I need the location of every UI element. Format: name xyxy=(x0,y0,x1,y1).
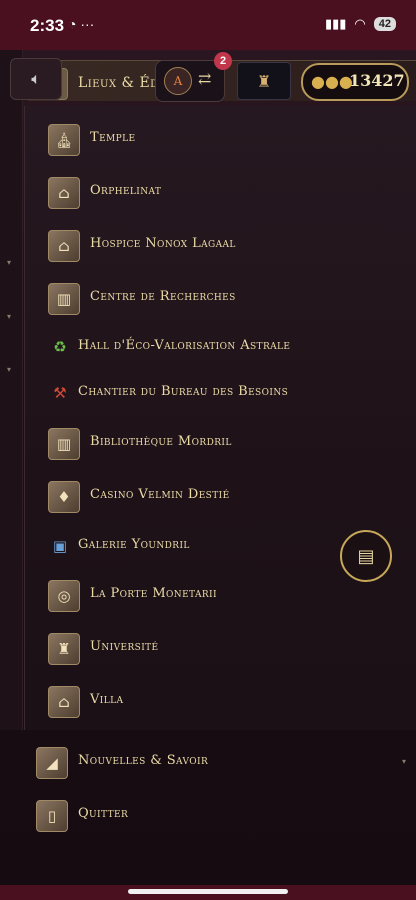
door-icon: ▯ xyxy=(36,800,68,832)
left-sidebar-strip: ▾ ▾ ▾ xyxy=(0,50,23,730)
menu-item[interactable]: ▥ Bibliothèque Mordril xyxy=(24,418,416,468)
home-indicator[interactable] xyxy=(128,889,288,894)
chevron-down-icon[interactable]: ▾ xyxy=(7,312,11,321)
menu-item[interactable]: ▥ Centre de Recherches xyxy=(24,273,416,323)
bell-icon: ♜ xyxy=(256,71,272,91)
status-time: 2:33 xyxy=(30,16,65,35)
chevron-down-icon: ▾ xyxy=(401,757,406,766)
casino-icon: ♦ xyxy=(48,481,80,513)
crane-icon: ⚒ xyxy=(53,384,67,402)
status-bar: 2:33 ◔ ··· ▮▮▮ ◠ 42 xyxy=(0,0,416,50)
menu-item-label: Chantier du Bureau des Besoins xyxy=(78,384,289,399)
gold-coins-icon: ●●● xyxy=(311,72,353,91)
menu-item[interactable]: ⌂ Hospice Nonox Lagaal xyxy=(24,220,416,270)
battery-icon: 42 xyxy=(373,17,396,31)
bell-button[interactable]: ♜ xyxy=(237,62,291,100)
research-icon: ▥ xyxy=(48,283,80,315)
menu-item-label: Orphelinat xyxy=(90,183,162,198)
menu-item-label: Casino Velmin Destié xyxy=(90,487,230,502)
horn-icon: ◢ xyxy=(36,747,68,779)
status-right: ▮▮▮ ◠ 42 xyxy=(325,16,396,32)
menu-item-label: Bibliothèque Mordril xyxy=(90,434,232,449)
menu-item[interactable]: ⛪︎ Temple xyxy=(24,114,416,164)
portal-icon: ◎ xyxy=(48,580,80,612)
hospice-icon: ⌂ xyxy=(48,230,80,262)
book-icon: ▤ xyxy=(357,545,375,567)
quit-label: Quitter xyxy=(78,806,129,821)
menu-item[interactable]: ♻ Hall d'Éco-Valorisation Astrale xyxy=(24,322,416,372)
menu-item-label: Temple xyxy=(90,130,136,145)
library-icon: ▥ xyxy=(48,428,80,460)
university-icon: ♜ xyxy=(48,633,80,665)
quit-menu-item[interactable]: ▯ Quitter xyxy=(0,790,416,840)
menu-item-label: Hall d'Éco-Valorisation Astrale xyxy=(78,338,291,353)
places-dropdown-label: Lieux & Éd xyxy=(78,75,159,91)
home-bar xyxy=(0,885,416,900)
menu-item[interactable]: ♦ Casino Velmin Destié xyxy=(24,471,416,521)
menu-item[interactable]: ♜ Université xyxy=(24,623,416,673)
menu-item[interactable]: ⌂ Orphelinat xyxy=(24,167,416,217)
wifi-icon: ◠ xyxy=(354,16,366,31)
gallery-icon: ▣ xyxy=(52,537,68,555)
menu-item-label: La Porte Monetarii xyxy=(90,586,217,601)
menu-item-label: Centre de Recherches xyxy=(90,289,236,304)
switch-character-button[interactable]: A ⇄ xyxy=(155,60,225,102)
menu-item-label: Villa xyxy=(90,692,124,707)
chevron-down-icon[interactable]: ▾ xyxy=(7,365,11,374)
journal-button[interactable]: ▤ xyxy=(340,530,392,582)
menu-item-label: Hospice Nonox Lagaal xyxy=(90,236,236,251)
menu-item[interactable]: ⚒ Chantier du Bureau des Besoins xyxy=(24,368,416,418)
signal-icon: ▮▮▮ xyxy=(324,16,347,31)
chevron-down-icon[interactable]: ▾ xyxy=(7,258,11,267)
recycle-icon: ♻ xyxy=(53,338,67,356)
menu-item-label: Université xyxy=(90,639,159,654)
menu-item[interactable]: ⌂ Villa xyxy=(24,676,416,726)
news-menu-item[interactable]: ◢ Nouvelles & Savoir ▾ xyxy=(0,737,416,787)
menu-item-label: Galerie Youndril xyxy=(78,537,190,552)
coins-value: 13427 xyxy=(349,71,405,90)
orphanage-icon: ⌂ xyxy=(48,177,80,209)
speaker-muted-icon: 🔈︎ xyxy=(31,69,41,88)
swap-arrows-icon: ⇄ xyxy=(198,69,212,88)
temple-icon: ⛪︎ xyxy=(48,124,80,156)
whatsapp-icon: ◔ ··· xyxy=(68,16,95,32)
notification-badge: 2 xyxy=(214,52,232,70)
villa-icon: ⌂ xyxy=(48,686,80,718)
flask-icon: A xyxy=(164,67,192,95)
news-label: Nouvelles & Savoir xyxy=(78,753,209,768)
mute-button[interactable]: 🔈︎ xyxy=(10,58,62,100)
coins-display[interactable]: ●●● 13427 xyxy=(301,63,409,101)
